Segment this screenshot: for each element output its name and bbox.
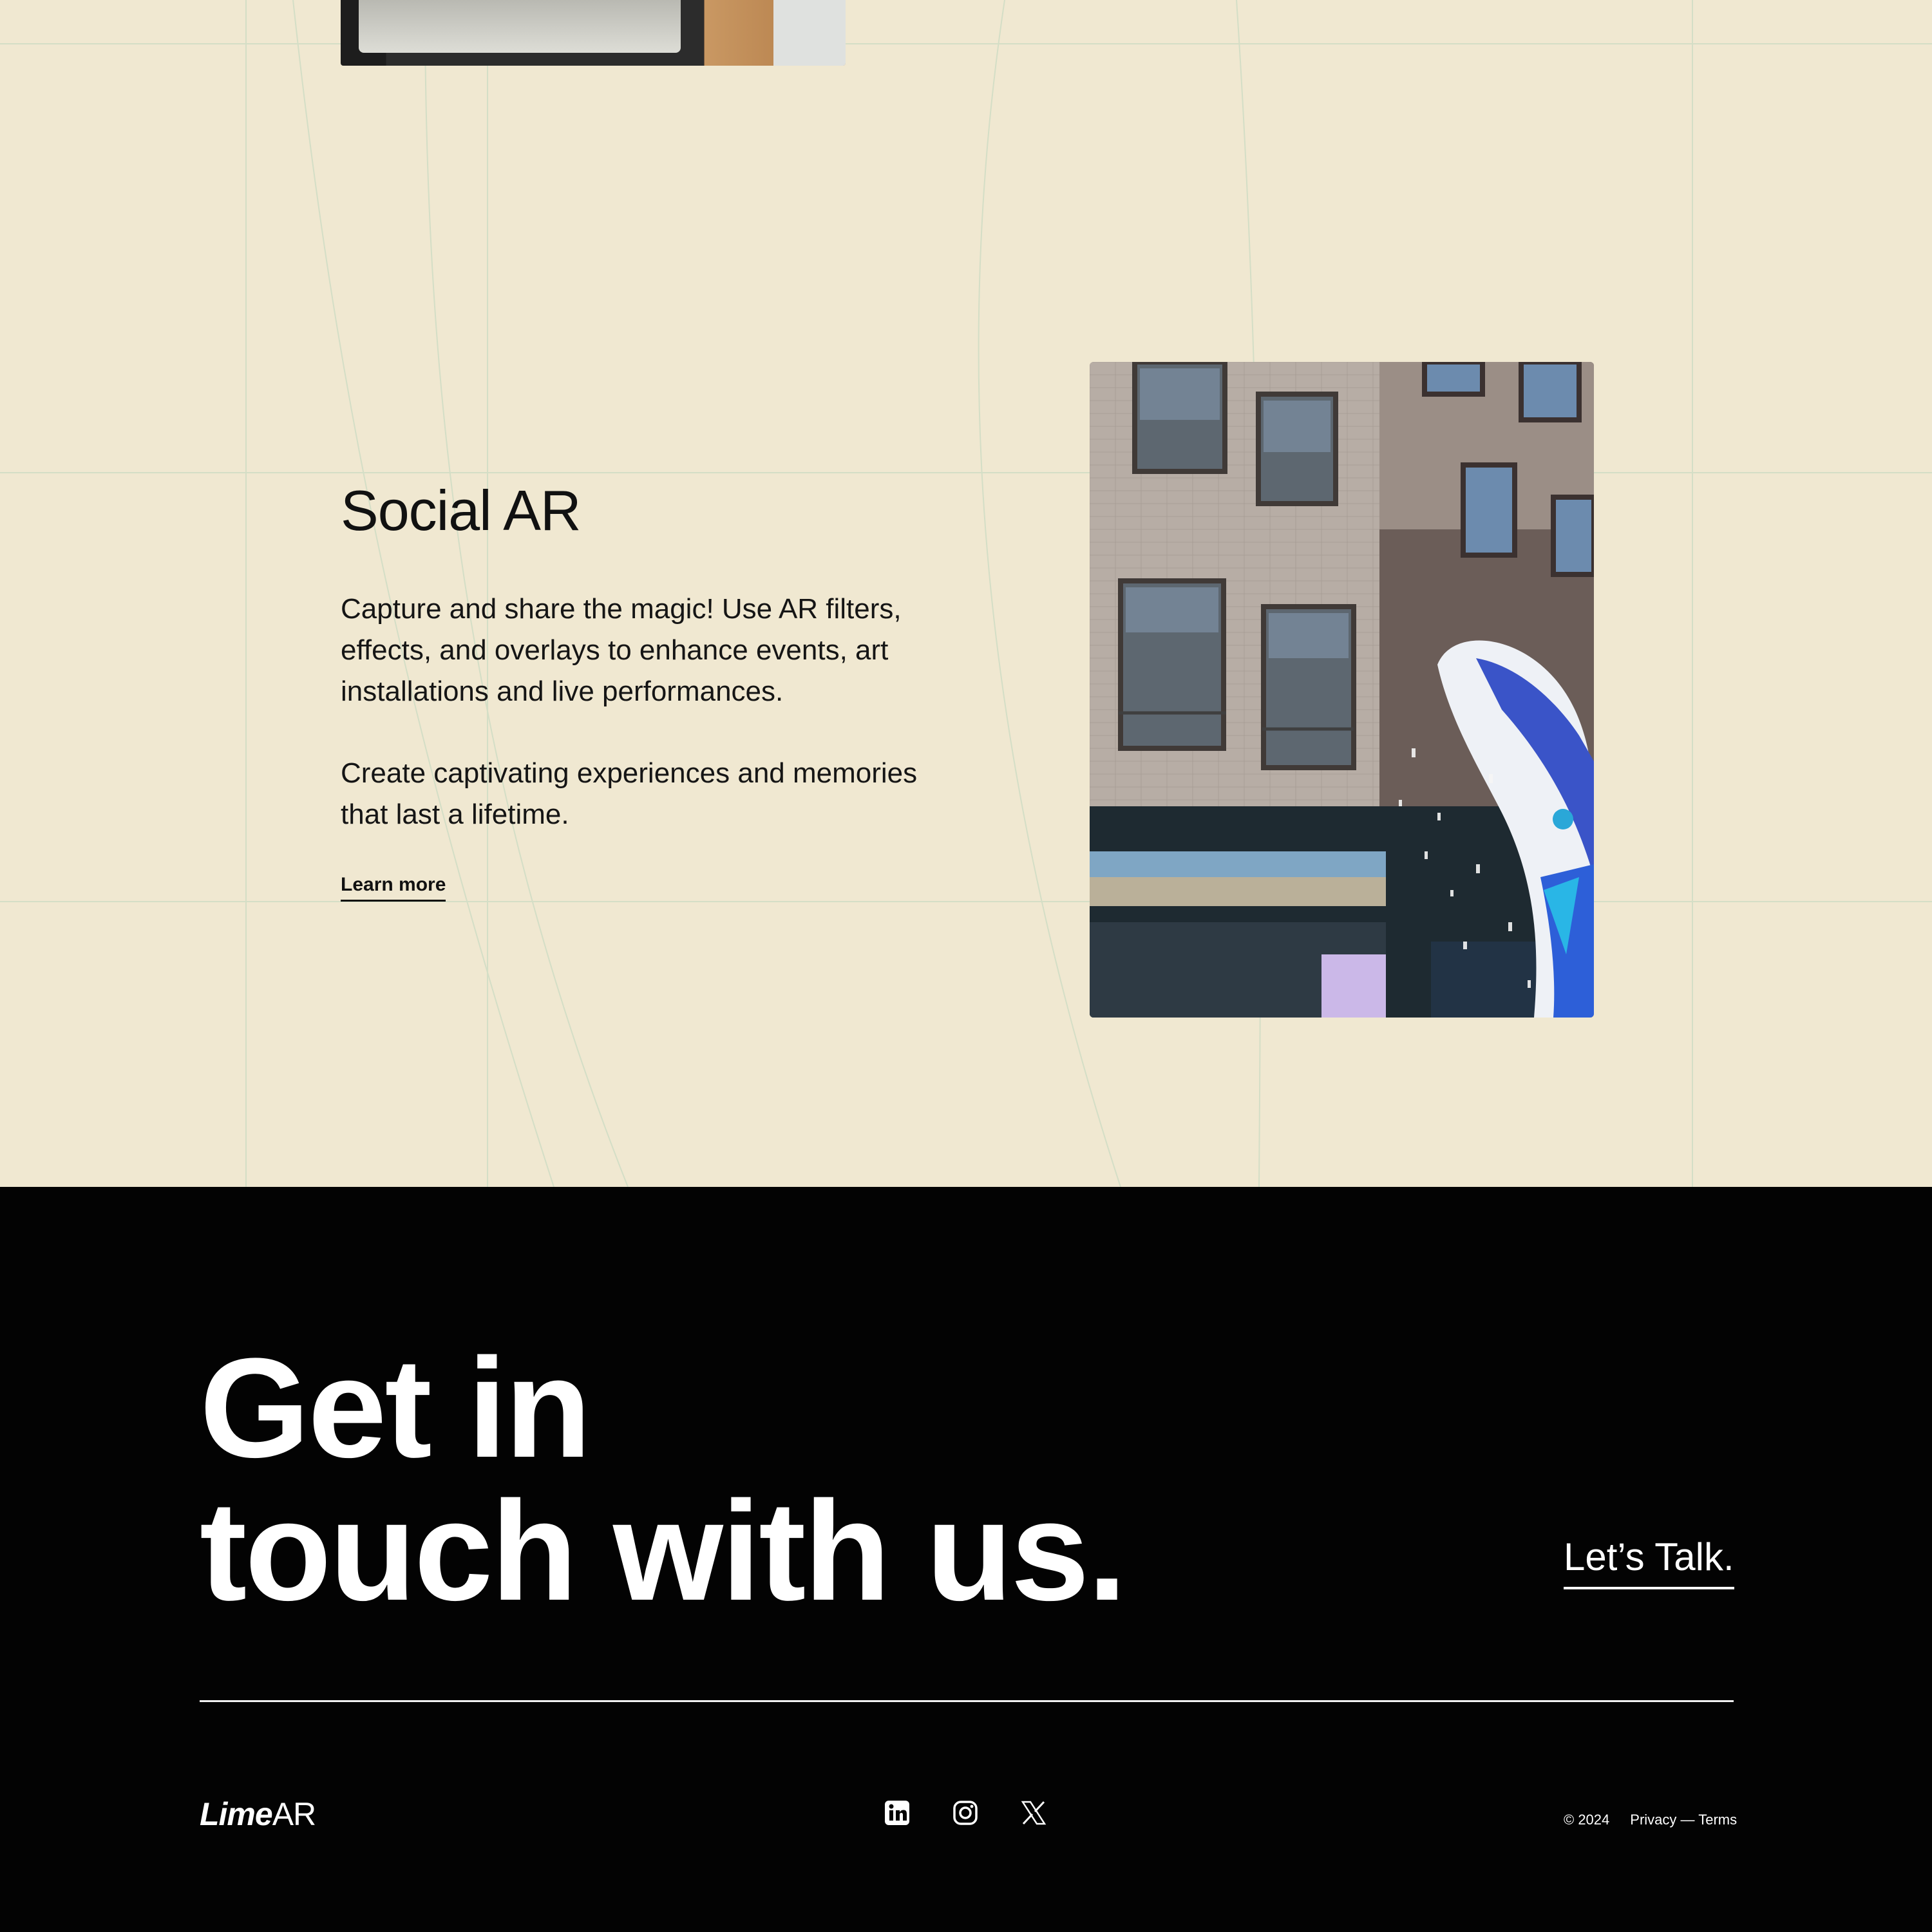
logo-bold-text: Lime (200, 1796, 273, 1832)
background-grid (0, 0, 1932, 1187)
instagram-icon[interactable] (952, 1799, 979, 1826)
legal-links: © 2024 Privacy — Terms (1564, 1812, 1737, 1828)
section-description: Capture and share the magic! Use AR filt… (341, 593, 902, 707)
social-ar-photo (1090, 362, 1594, 1018)
hero-photo-cropped (341, 0, 846, 66)
terms-link[interactable]: Terms (1698, 1812, 1737, 1828)
limear-logo[interactable]: LimeAR (200, 1795, 316, 1833)
logo-regular-text: AR (272, 1796, 316, 1832)
copyright-text: © 2024 (1564, 1812, 1610, 1828)
headline-line-1: Get in (200, 1329, 591, 1487)
x-icon[interactable] (1020, 1799, 1047, 1826)
social-ar-section: Social AR Capture and share the magic! U… (0, 0, 1932, 1187)
footer-divider (200, 1700, 1734, 1702)
photo-background (773, 0, 846, 66)
learn-more-link[interactable]: Learn more (341, 874, 446, 902)
headline-line-2: touch with us. (200, 1472, 1127, 1630)
legal-link-group: Privacy — Terms (1630, 1812, 1737, 1828)
privacy-link[interactable]: Privacy (1630, 1812, 1676, 1828)
legal-separator: — (1680, 1812, 1699, 1828)
device-screen (359, 0, 681, 53)
lets-talk-link[interactable]: Let’s Talk. (1564, 1535, 1734, 1589)
section-description-secondary: Create captivating experiences and memor… (341, 757, 918, 830)
section-title: Social AR (341, 478, 582, 542)
contact-headline: Get in touch with us. (200, 1329, 1127, 1630)
contact-footer-section: Get in touch with us. Let’s Talk. LimeAR (0, 1187, 1932, 1932)
social-links (884, 1799, 1047, 1826)
linkedin-icon[interactable] (884, 1799, 911, 1826)
